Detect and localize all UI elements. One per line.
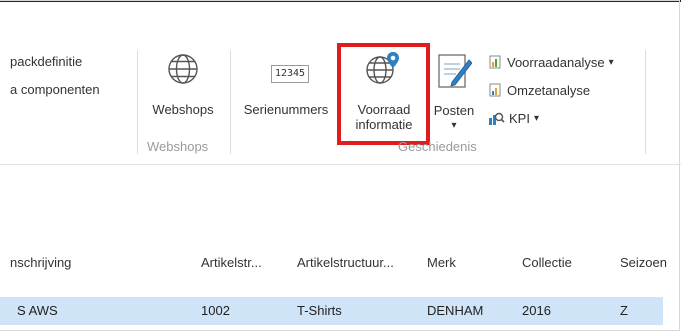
- column-header-artikelstructuur[interactable]: Artikelstructuur...: [297, 255, 394, 270]
- posten-label: Posten: [433, 103, 475, 118]
- posten-button[interactable]: Posten ▾: [428, 50, 480, 132]
- omzetanalyse-button[interactable]: Omzetanalyse: [487, 80, 590, 100]
- serienummers-button[interactable]: 12345 Serienummers: [238, 50, 334, 130]
- cell-merk: DENHAM: [427, 303, 484, 318]
- ribbon-separator: [137, 50, 138, 154]
- kpi-dropdown: ▾: [533, 112, 539, 124]
- webshops-label: Webshops: [152, 102, 214, 117]
- column-header-seizoen[interactable]: Seizoen: [620, 255, 667, 270]
- cell-collectie: 2016: [522, 303, 551, 318]
- serienummers-label: Serienummers: [243, 102, 329, 117]
- voorraadanalyse-dropdown: ▾: [608, 56, 614, 68]
- omzetanalyse-label: Omzetanalyse: [507, 82, 591, 98]
- column-header-collectie[interactable]: Collectie: [522, 255, 572, 270]
- webshops-group-label: Webshops: [147, 139, 209, 154]
- voorraadanalyse-label: Voorraadanalyse: [507, 54, 605, 70]
- analysis-icon: [489, 55, 501, 69]
- ribbon-separator: [230, 50, 231, 154]
- posten-dropdown-arrow: ▾: [451, 120, 457, 131]
- voorraadanalyse-button[interactable]: Voorraadanalyse ▾: [487, 52, 614, 72]
- ribbon-separator: [645, 50, 646, 154]
- geschiedenis-group-label: Geschiedenis: [398, 139, 477, 154]
- packdefinitie-item[interactable]: packdefinitie: [10, 54, 82, 69]
- kpi-button[interactable]: KPI ▾: [487, 108, 539, 128]
- report-icon: [489, 83, 501, 97]
- column-header-omschrijving[interactable]: nschrijving: [10, 255, 71, 270]
- ribbon-bottom-border: [0, 164, 681, 165]
- globe-icon: [168, 54, 198, 84]
- edit-document-icon: [438, 54, 472, 88]
- cell-artikelstructuur-code: 1002: [201, 303, 230, 318]
- number-badge-icon: 12345: [271, 65, 309, 83]
- column-header-merk[interactable]: Merk: [427, 255, 456, 270]
- cell-omschrijving: S AWS: [17, 303, 58, 318]
- kpi-chart-icon: [489, 112, 505, 125]
- kpi-label: KPI: [509, 110, 530, 126]
- componenten-item[interactable]: a componenten: [10, 82, 100, 97]
- column-header-artikelstr[interactable]: Artikelstr...: [201, 255, 262, 270]
- highlight-box: [337, 43, 430, 145]
- webshops-button[interactable]: Webshops: [142, 50, 224, 130]
- cell-artikelstructuur: T-Shirts: [297, 303, 342, 318]
- cell-seizoen: Z: [620, 303, 628, 318]
